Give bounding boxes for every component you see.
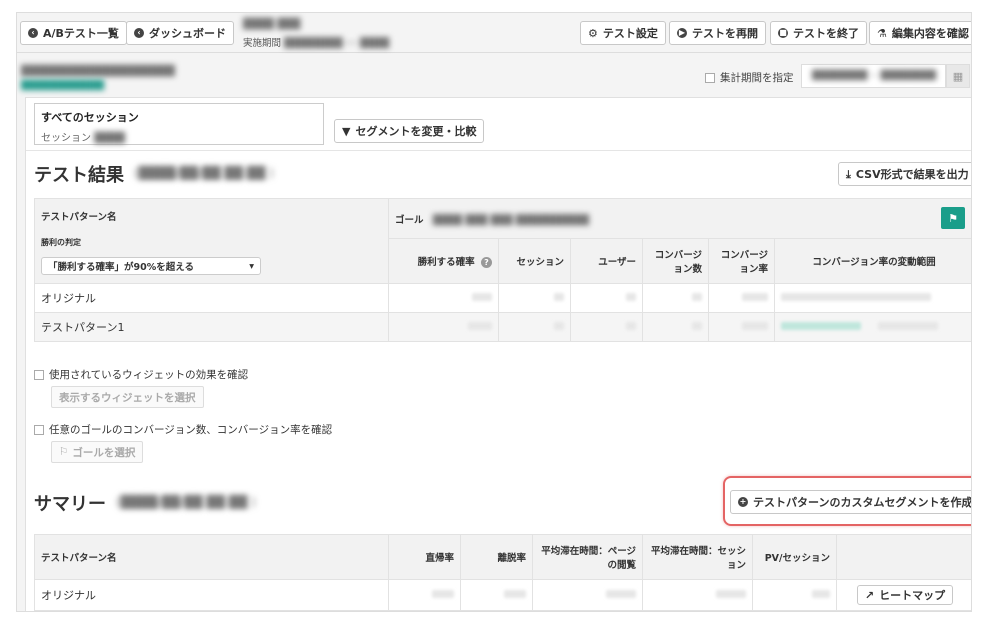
exit-rate-header: 離脱率 xyxy=(460,534,533,580)
divider xyxy=(26,150,971,151)
table-row: オリジナル xyxy=(34,283,971,313)
summary-title: サマリー xyxy=(34,494,106,515)
bounce-rate-header: 直帰率 xyxy=(388,534,461,580)
table-row: オリジナル ↗ ヒートマップ xyxy=(34,579,971,611)
help-icon[interactable]: ? xyxy=(481,257,492,268)
users-header: ユーザー xyxy=(570,238,643,284)
segment-subtitle: セッション ████ xyxy=(41,133,125,144)
calendar-icon[interactable]: ▦ xyxy=(946,64,970,88)
table-row: テストパターン1 xyxy=(34,312,971,342)
avg-time-session-header: 平均滞在時間：セッション xyxy=(642,534,753,580)
conversion-range-header: コンバージョン率の変動範囲 xyxy=(774,238,971,284)
results-title: テスト結果 xyxy=(34,165,124,186)
flag-icon[interactable]: ⚑ xyxy=(941,207,965,229)
flag-icon: ⚐ xyxy=(59,446,69,458)
pattern-column-header: テストパターン名 勝利の判定 「勝利する確率」が90%を超える ▾ xyxy=(34,198,389,284)
pattern-name: テストパターン1 xyxy=(34,312,389,342)
checkbox[interactable] xyxy=(34,369,44,380)
end-test-button[interactable]: ■ テストを終了 xyxy=(770,21,867,45)
top-toolbar: ‹ A/Bテスト一覧 ‹ ダッシュボード ████ ███ 実施期間 █████… xyxy=(17,13,971,53)
filter-icon: ▼ xyxy=(342,124,351,138)
segment-title: すべてのセッション xyxy=(41,111,139,124)
page-name: ████████████████████ xyxy=(21,66,175,77)
sessions-header: セッション xyxy=(498,238,571,284)
pattern-column-header: テストパターン名 xyxy=(34,534,389,580)
select-widget-button[interactable]: 表示するウィジェットを選択 xyxy=(51,386,204,408)
gear-icon: ⚙ xyxy=(588,26,598,40)
main-panel: すべてのセッション セッション ████ ▼ セグメントを変更・比較 テスト結果… xyxy=(25,97,971,611)
test-period: 実施期間 ████████ ── ████ xyxy=(243,38,390,49)
win-probability-header: 勝利する確率 ? xyxy=(388,238,499,284)
app-frame: ‹ A/Bテスト一覧 ‹ ダッシュボード ████ ███ 実施期間 █████… xyxy=(16,12,972,612)
judge-select[interactable]: 「勝利する確率」が90%を超える ▾ xyxy=(41,257,261,275)
goal-header: ゴール ████ ███ ███ ██████████ ⚑ xyxy=(388,198,971,239)
highlight-callout xyxy=(723,476,971,526)
ab-list-button[interactable]: ‹ A/Bテスト一覧 xyxy=(20,21,127,45)
chevron-left-icon: ‹ xyxy=(134,28,144,38)
pv-per-session-header: PV/セッション xyxy=(752,534,837,580)
conversion-rate-header: コンバージョン率 xyxy=(708,238,775,284)
checkbox[interactable] xyxy=(34,424,44,435)
checkbox[interactable] xyxy=(705,72,715,83)
goal-conversion-check[interactable]: 任意のゴールのコンバージョン数、コンバージョン率を確認 xyxy=(34,422,332,437)
summary-table: テストパターン名 直帰率 離脱率 平均滞在時間：ページの閲覧 平均滞在時間：セッ… xyxy=(34,534,971,611)
results-table: テストパターン名 勝利の判定 「勝利する確率」が90%を超える ▾ ゴール ██… xyxy=(34,198,971,342)
play-icon: ▶ xyxy=(677,28,687,38)
pattern-name: オリジナル xyxy=(34,283,389,313)
conversions-header: コンバージョン数 xyxy=(642,238,709,284)
confirm-edit-button[interactable]: ⚗ 編集内容を確認 xyxy=(869,21,971,45)
external-link-icon: ↗ xyxy=(864,588,875,602)
page-info-bar: ████████████████████ ████████████ 集計期間を指… xyxy=(17,54,971,96)
avg-time-page-header: 平均滞在時間：ページの閲覧 xyxy=(532,534,643,580)
caret-down-icon: ▾ xyxy=(249,260,254,272)
select-goal-button[interactable]: ⚐ ゴールを選択 xyxy=(51,441,144,463)
summary-timestamp: (████/██/██ ██:██ ) xyxy=(116,495,256,509)
heatmap-button[interactable]: ↗ ヒートマップ xyxy=(856,585,954,605)
csv-export-button[interactable]: ⤓ CSV形式で結果を出力 xyxy=(838,162,971,186)
page-url: ████████████ xyxy=(21,81,105,91)
download-icon: ⤓ xyxy=(846,167,851,181)
resume-test-button[interactable]: ▶ テストを再開 xyxy=(669,21,766,45)
results-timestamp: (████/██/██ ██:██ ) xyxy=(134,166,274,180)
stop-icon: ■ xyxy=(778,28,788,38)
dashboard-button[interactable]: ‹ ダッシュボード xyxy=(126,21,234,45)
date-range-input[interactable]: ████████ ~ ████████ xyxy=(801,64,946,88)
widget-effect-check[interactable]: 使用されているウィジェットの効果を確認 xyxy=(34,367,248,382)
aggregate-period-toggle[interactable]: 集計期間を指定 xyxy=(705,70,794,85)
change-segment-button[interactable]: ▼ セグメントを変更・比較 xyxy=(334,119,485,143)
pattern-name: オリジナル xyxy=(34,579,389,611)
chevron-left-icon: ‹ xyxy=(28,28,38,38)
test-settings-button[interactable]: ⚙ テスト設定 xyxy=(580,21,666,45)
flask-icon: ⚗ xyxy=(877,26,887,40)
segment-box: すべてのセッション セッション ████ xyxy=(34,103,324,145)
test-name: ████ ███ xyxy=(243,19,301,30)
